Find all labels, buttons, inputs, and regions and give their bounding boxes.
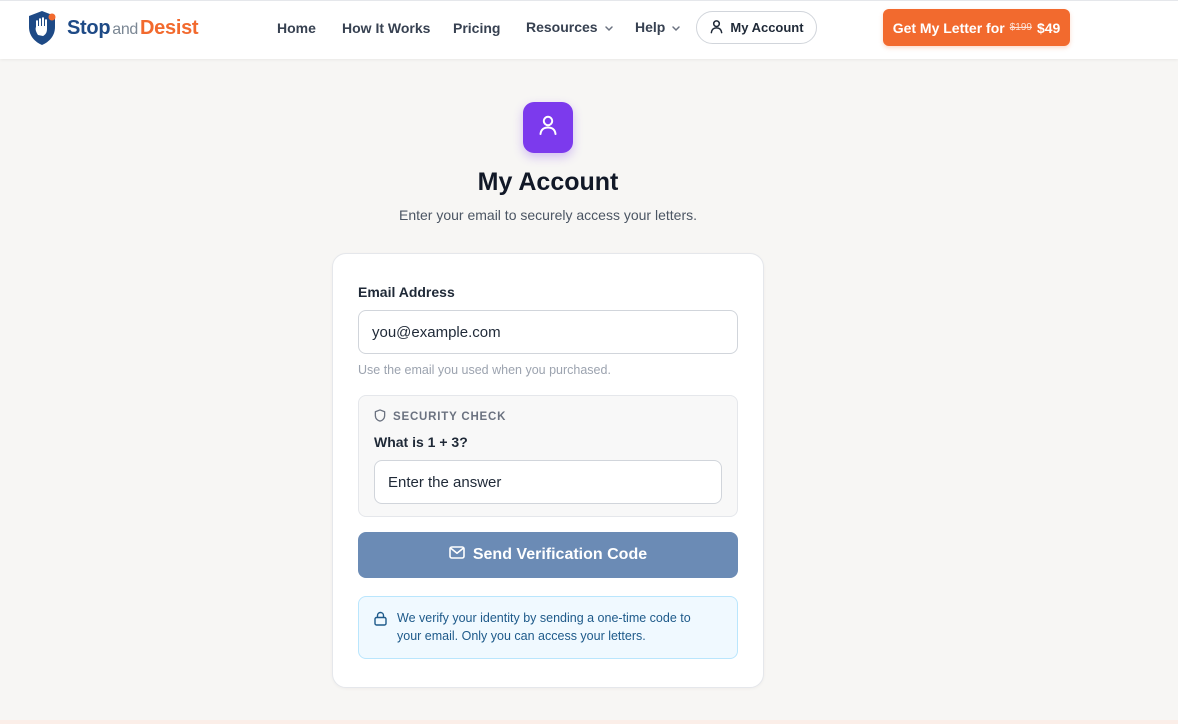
lock-icon xyxy=(374,611,387,631)
page-subtitle: Enter your email to securely access your… xyxy=(398,207,697,223)
page-title: My Account xyxy=(477,168,619,196)
security-check-heading: SECURITY CHECK xyxy=(393,411,507,423)
my-account-label: My Account xyxy=(730,20,804,35)
security-check-panel: SECURITY CHECK What is 1 + 3? xyxy=(358,395,738,517)
email-hint: Use the email you used when you purchase… xyxy=(358,363,611,377)
verification-info-box: We verify your identity by sending a one… xyxy=(358,596,738,659)
brand-desist: Desist xyxy=(140,16,199,39)
security-question: What is 1 + 3? xyxy=(374,434,468,450)
chevron-down-icon xyxy=(604,20,614,36)
nav-home[interactable]: Home xyxy=(277,20,316,36)
email-field[interactable] xyxy=(358,310,738,354)
nav-how-it-works[interactable]: How It Works xyxy=(342,20,430,36)
my-account-button[interactable]: My Account xyxy=(696,11,817,44)
mail-icon xyxy=(449,546,465,564)
email-label: Email Address xyxy=(358,284,455,300)
send-verification-code-button[interactable]: Send Verification Code xyxy=(358,532,738,578)
account-hero-badge xyxy=(523,102,573,153)
chevron-down-icon xyxy=(671,20,681,36)
get-letter-button[interactable]: Get My Letter for $199 $49 xyxy=(883,9,1070,46)
nav-help[interactable]: Help xyxy=(635,19,681,36)
login-card: Email Address Use the email you used whe… xyxy=(332,253,764,688)
top-navigation-bar: Stop and Desist Home How It Works Pricing … xyxy=(0,0,1178,59)
brand-stop: Stop xyxy=(67,16,111,39)
shield-hand-icon xyxy=(27,10,57,46)
footer-edge xyxy=(0,720,1178,724)
cta-price: $49 xyxy=(1036,19,1061,36)
brand-name: Stop and Desist xyxy=(67,16,199,40)
verification-info-text: We verify your identity by sending a one… xyxy=(397,611,691,643)
shield-icon xyxy=(374,409,386,425)
security-check-header: SECURITY CHECK xyxy=(374,409,506,425)
security-answer-field[interactable] xyxy=(374,460,722,504)
nav-pricing[interactable]: Pricing xyxy=(453,20,500,36)
brand-logo[interactable]: Stop and Desist xyxy=(27,10,199,46)
user-icon xyxy=(709,19,724,37)
nav-resources-label: Resources xyxy=(526,18,598,35)
user-icon xyxy=(536,113,560,142)
nav-resources[interactable]: Resources xyxy=(526,19,614,36)
nav-help-label: Help xyxy=(635,18,666,35)
brand-and: and xyxy=(112,20,139,38)
send-verification-code-label: Send Verification Code xyxy=(472,546,648,563)
cta-old-price: $199 xyxy=(1009,22,1032,33)
cta-label: Get My Letter for xyxy=(892,19,1005,36)
